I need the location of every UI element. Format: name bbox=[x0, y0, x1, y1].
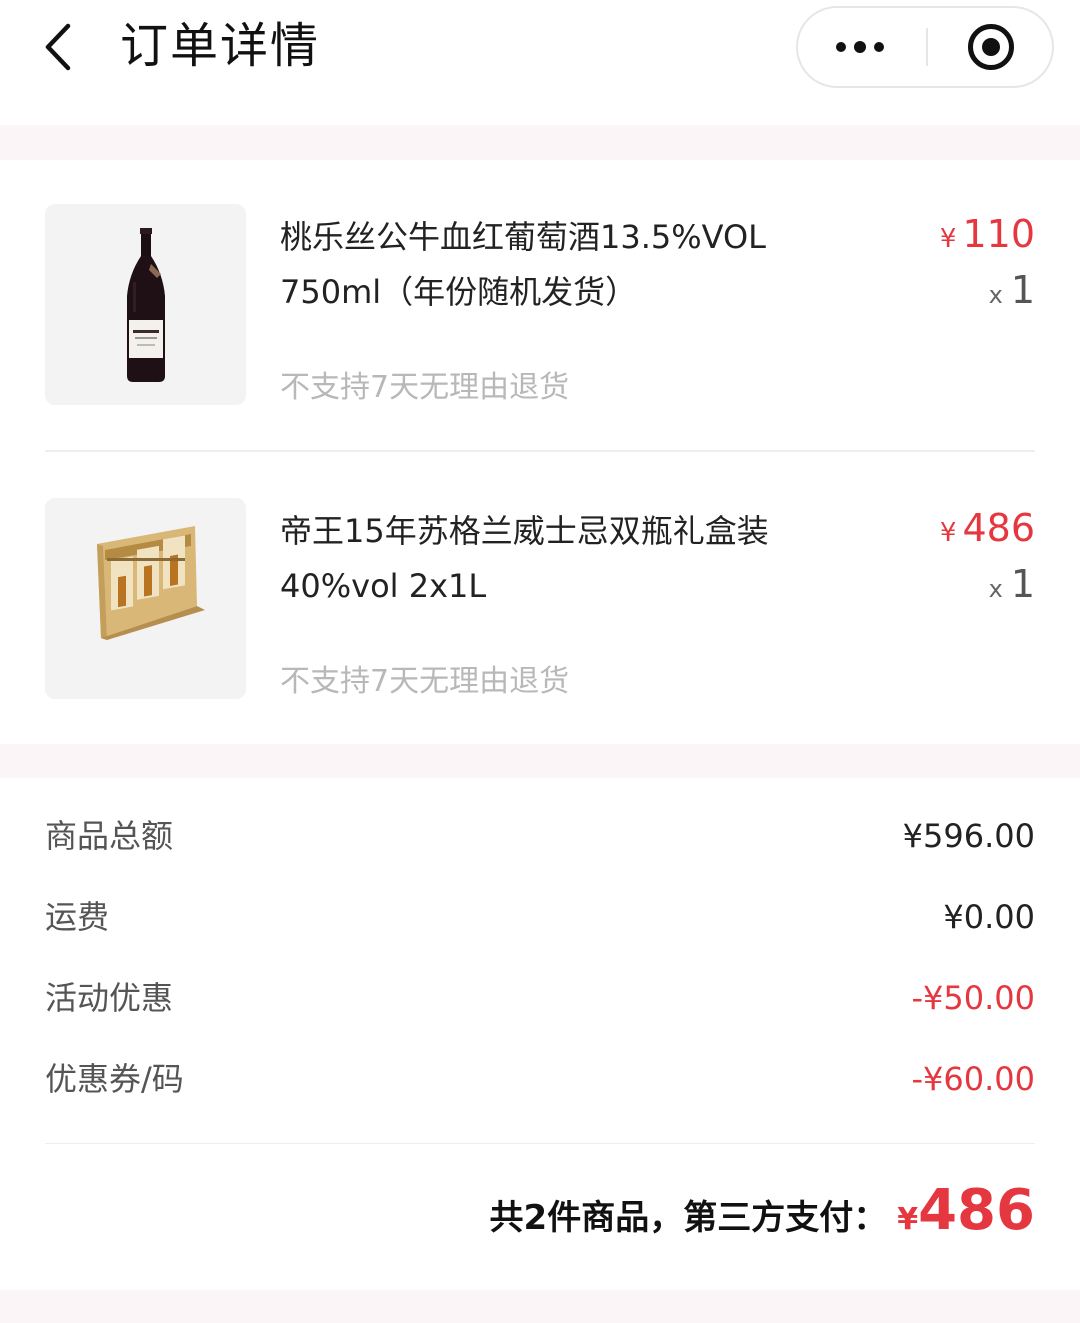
section-gap bbox=[0, 125, 1080, 160]
shipping-value: ¥0.00 bbox=[943, 898, 1035, 936]
shipping-label: 运费 bbox=[45, 898, 110, 936]
section-gap bbox=[0, 1290, 1080, 1323]
close-mini-program-icon[interactable] bbox=[968, 24, 1014, 70]
goods-total-value: ¥596.00 bbox=[902, 817, 1035, 855]
wine-bottle-icon bbox=[127, 228, 165, 382]
product-name[interactable]: 桃乐丝公牛血红葡萄酒13.5%VOL 750ml（年份随机发货） bbox=[280, 210, 780, 320]
nav-bar: 订单详情 bbox=[0, 0, 1080, 125]
quantity-prefix: x bbox=[988, 281, 1003, 309]
order-item[interactable]: 帝王15年苏格兰威士忌双瓶礼盒装40%vol 2x1L 不支持7天无理由退货 ¥… bbox=[0, 498, 1080, 748]
promotion-row: 活动优惠 -¥50.00 bbox=[45, 973, 1035, 1023]
quantity-prefix: x bbox=[988, 575, 1003, 603]
page-title: 订单详情 bbox=[120, 18, 321, 74]
price-value: 110 bbox=[962, 212, 1035, 256]
dot-icon bbox=[854, 41, 866, 53]
quantity-value: 1 bbox=[1010, 268, 1035, 312]
price-value: 486 bbox=[962, 506, 1035, 550]
promotion-value: -¥50.00 bbox=[911, 979, 1035, 1017]
return-policy-note: 不支持7天无理由退货 bbox=[280, 664, 570, 699]
promotion-label: 活动优惠 bbox=[45, 979, 174, 1017]
product-quantity: x1 bbox=[989, 264, 1035, 321]
back-button[interactable] bbox=[40, 22, 80, 72]
goods-total-label: 商品总额 bbox=[45, 817, 174, 855]
coupon-value: -¥60.00 bbox=[911, 1060, 1035, 1098]
capsule-divider bbox=[926, 28, 928, 66]
summary-divider bbox=[45, 1143, 1035, 1144]
product-price: ¥486 bbox=[940, 502, 1035, 559]
quantity-value: 1 bbox=[1010, 562, 1035, 606]
total-currency: ¥ bbox=[897, 1202, 919, 1237]
dot-icon bbox=[836, 42, 846, 52]
item-divider bbox=[45, 450, 1035, 452]
chevron-left-icon bbox=[45, 23, 71, 71]
product-image-wine[interactable] bbox=[45, 204, 246, 405]
product-price: ¥110 bbox=[940, 208, 1035, 265]
more-options-button[interactable] bbox=[798, 8, 926, 86]
goods-total-row: 商品总额 ¥596.00 bbox=[45, 811, 1035, 861]
mini-program-capsule bbox=[796, 6, 1054, 88]
shipping-row: 运费 ¥0.00 bbox=[45, 892, 1035, 942]
return-policy-note: 不支持7天无理由退货 bbox=[280, 370, 570, 405]
product-image-whisky[interactable] bbox=[45, 498, 246, 699]
order-total: 共2件商品，第三方支付： ¥486 bbox=[490, 1178, 1035, 1248]
gift-box-icon bbox=[97, 526, 205, 640]
coupon-row: 优惠券/码 -¥60.00 bbox=[45, 1054, 1035, 1104]
currency-symbol: ¥ bbox=[939, 518, 957, 548]
product-quantity: x1 bbox=[989, 558, 1035, 615]
currency-symbol: ¥ bbox=[939, 224, 957, 254]
coupon-label: 优惠券/码 bbox=[45, 1060, 184, 1098]
order-item[interactable]: 桃乐丝公牛血红葡萄酒13.5%VOL 750ml（年份随机发货） 不支持7天无理… bbox=[0, 204, 1080, 454]
dot-icon bbox=[874, 42, 884, 52]
product-name[interactable]: 帝王15年苏格兰威士忌双瓶礼盒装40%vol 2x1L bbox=[280, 504, 780, 614]
total-description: 共2件商品，第三方支付： bbox=[489, 1198, 888, 1238]
total-amount: 486 bbox=[918, 1178, 1035, 1243]
section-gap bbox=[0, 744, 1080, 778]
